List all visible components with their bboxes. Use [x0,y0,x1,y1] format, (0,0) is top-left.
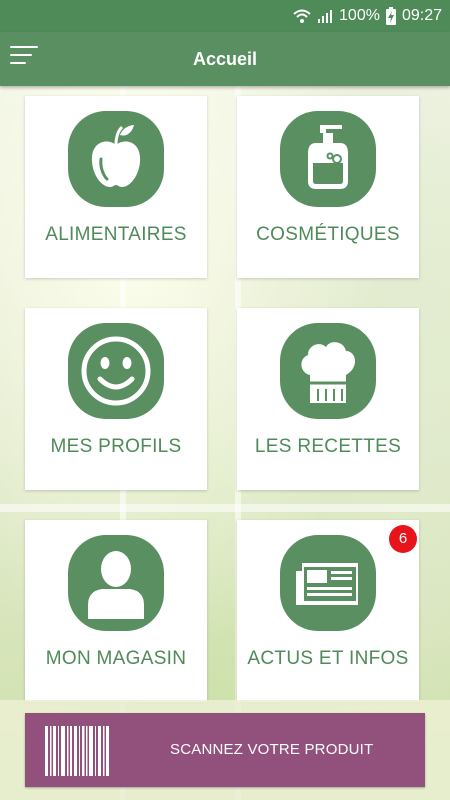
battery-percent: 100% [339,7,380,24]
tile-label: ACTUS ET INFOS [247,648,409,669]
newspaper-icon [280,535,376,631]
status-bar: 100% 09:27 [0,0,450,32]
tile-label: MES PROFILS [50,436,182,457]
barcode-icon [45,726,109,776]
scan-product-button[interactable]: SCANNEZ VOTRE PRODUIT [25,713,425,787]
soap-bottle-icon [280,111,376,207]
tile-label: COSMÉTIQUES [256,224,400,245]
apple-icon [68,111,164,207]
notification-badge: 6 [389,525,417,553]
wifi-icon [293,8,311,24]
person-icon [68,535,164,631]
battery-charging-icon [385,7,396,25]
tile-cosmetiques[interactable]: COSMÉTIQUES [237,96,419,278]
tile-alimentaires[interactable]: ALIMENTAIRES [25,96,207,278]
chef-hat-icon [280,323,376,419]
tile-label: ALIMENTAIRES [45,224,187,245]
scan-button-label: SCANNEZ VOTRE PRODUIT [170,741,374,758]
smiley-icon [68,323,164,419]
status-time: 09:27 [401,7,442,24]
tile-label: MON MAGASIN [45,648,187,669]
tile-mon-magasin[interactable]: MON MAGASIN [25,520,207,702]
tile-mes-profils[interactable]: MES PROFILS [25,308,207,490]
tile-label: LES RECETTES [254,436,402,457]
signal-icon [317,8,333,24]
tile-les-recettes[interactable]: LES RECETTES [237,308,419,490]
app-bar: Accueil [0,32,450,86]
page-title: Accueil [192,49,258,69]
